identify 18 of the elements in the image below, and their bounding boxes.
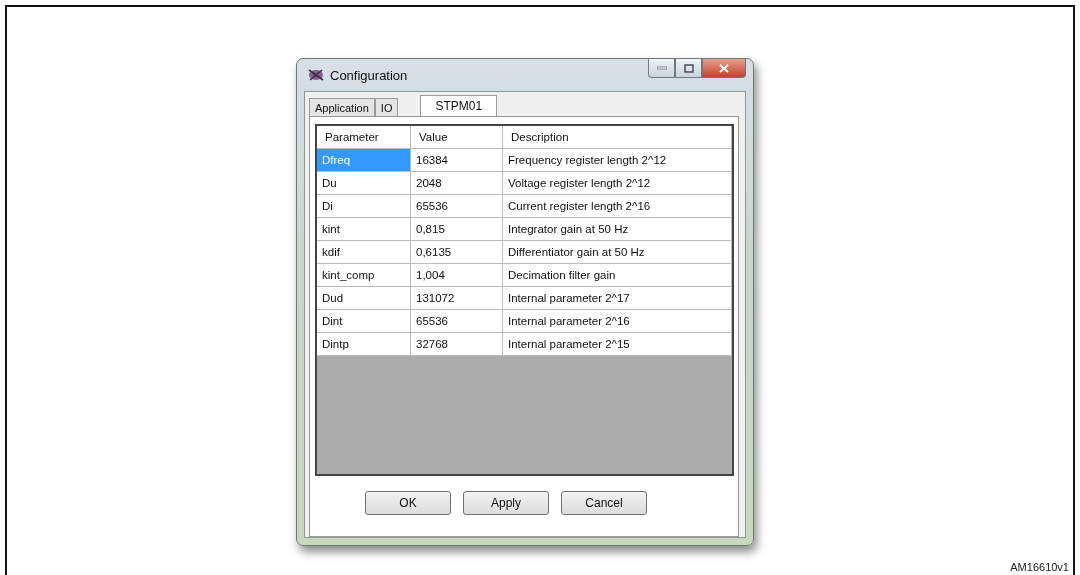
- app-icon: [307, 67, 325, 83]
- close-button[interactable]: [702, 59, 746, 78]
- window-title: Configuration: [330, 67, 408, 83]
- dialog-button[interactable]: OK: [365, 491, 451, 515]
- maximize-icon: [683, 63, 694, 73]
- minimize-button[interactable]: [648, 59, 675, 78]
- maximize-button[interactable]: [675, 59, 702, 78]
- tab[interactable]: Application: [309, 98, 375, 116]
- dialog-button[interactable]: Cancel: [561, 491, 647, 515]
- table-cell[interactable]: Dintp: [317, 333, 411, 356]
- tab[interactable]: IO: [374, 98, 399, 116]
- table-cell[interactable]: Internal parameter 2^15: [503, 333, 732, 356]
- table-cell[interactable]: 32768: [411, 333, 503, 356]
- minimize-icon: [656, 66, 667, 70]
- close-icon: [719, 63, 729, 73]
- dialog-button[interactable]: Apply: [463, 491, 549, 515]
- figure-id: AM16610v1: [1010, 561, 1069, 573]
- tab[interactable]: STPM01: [420, 95, 498, 116]
